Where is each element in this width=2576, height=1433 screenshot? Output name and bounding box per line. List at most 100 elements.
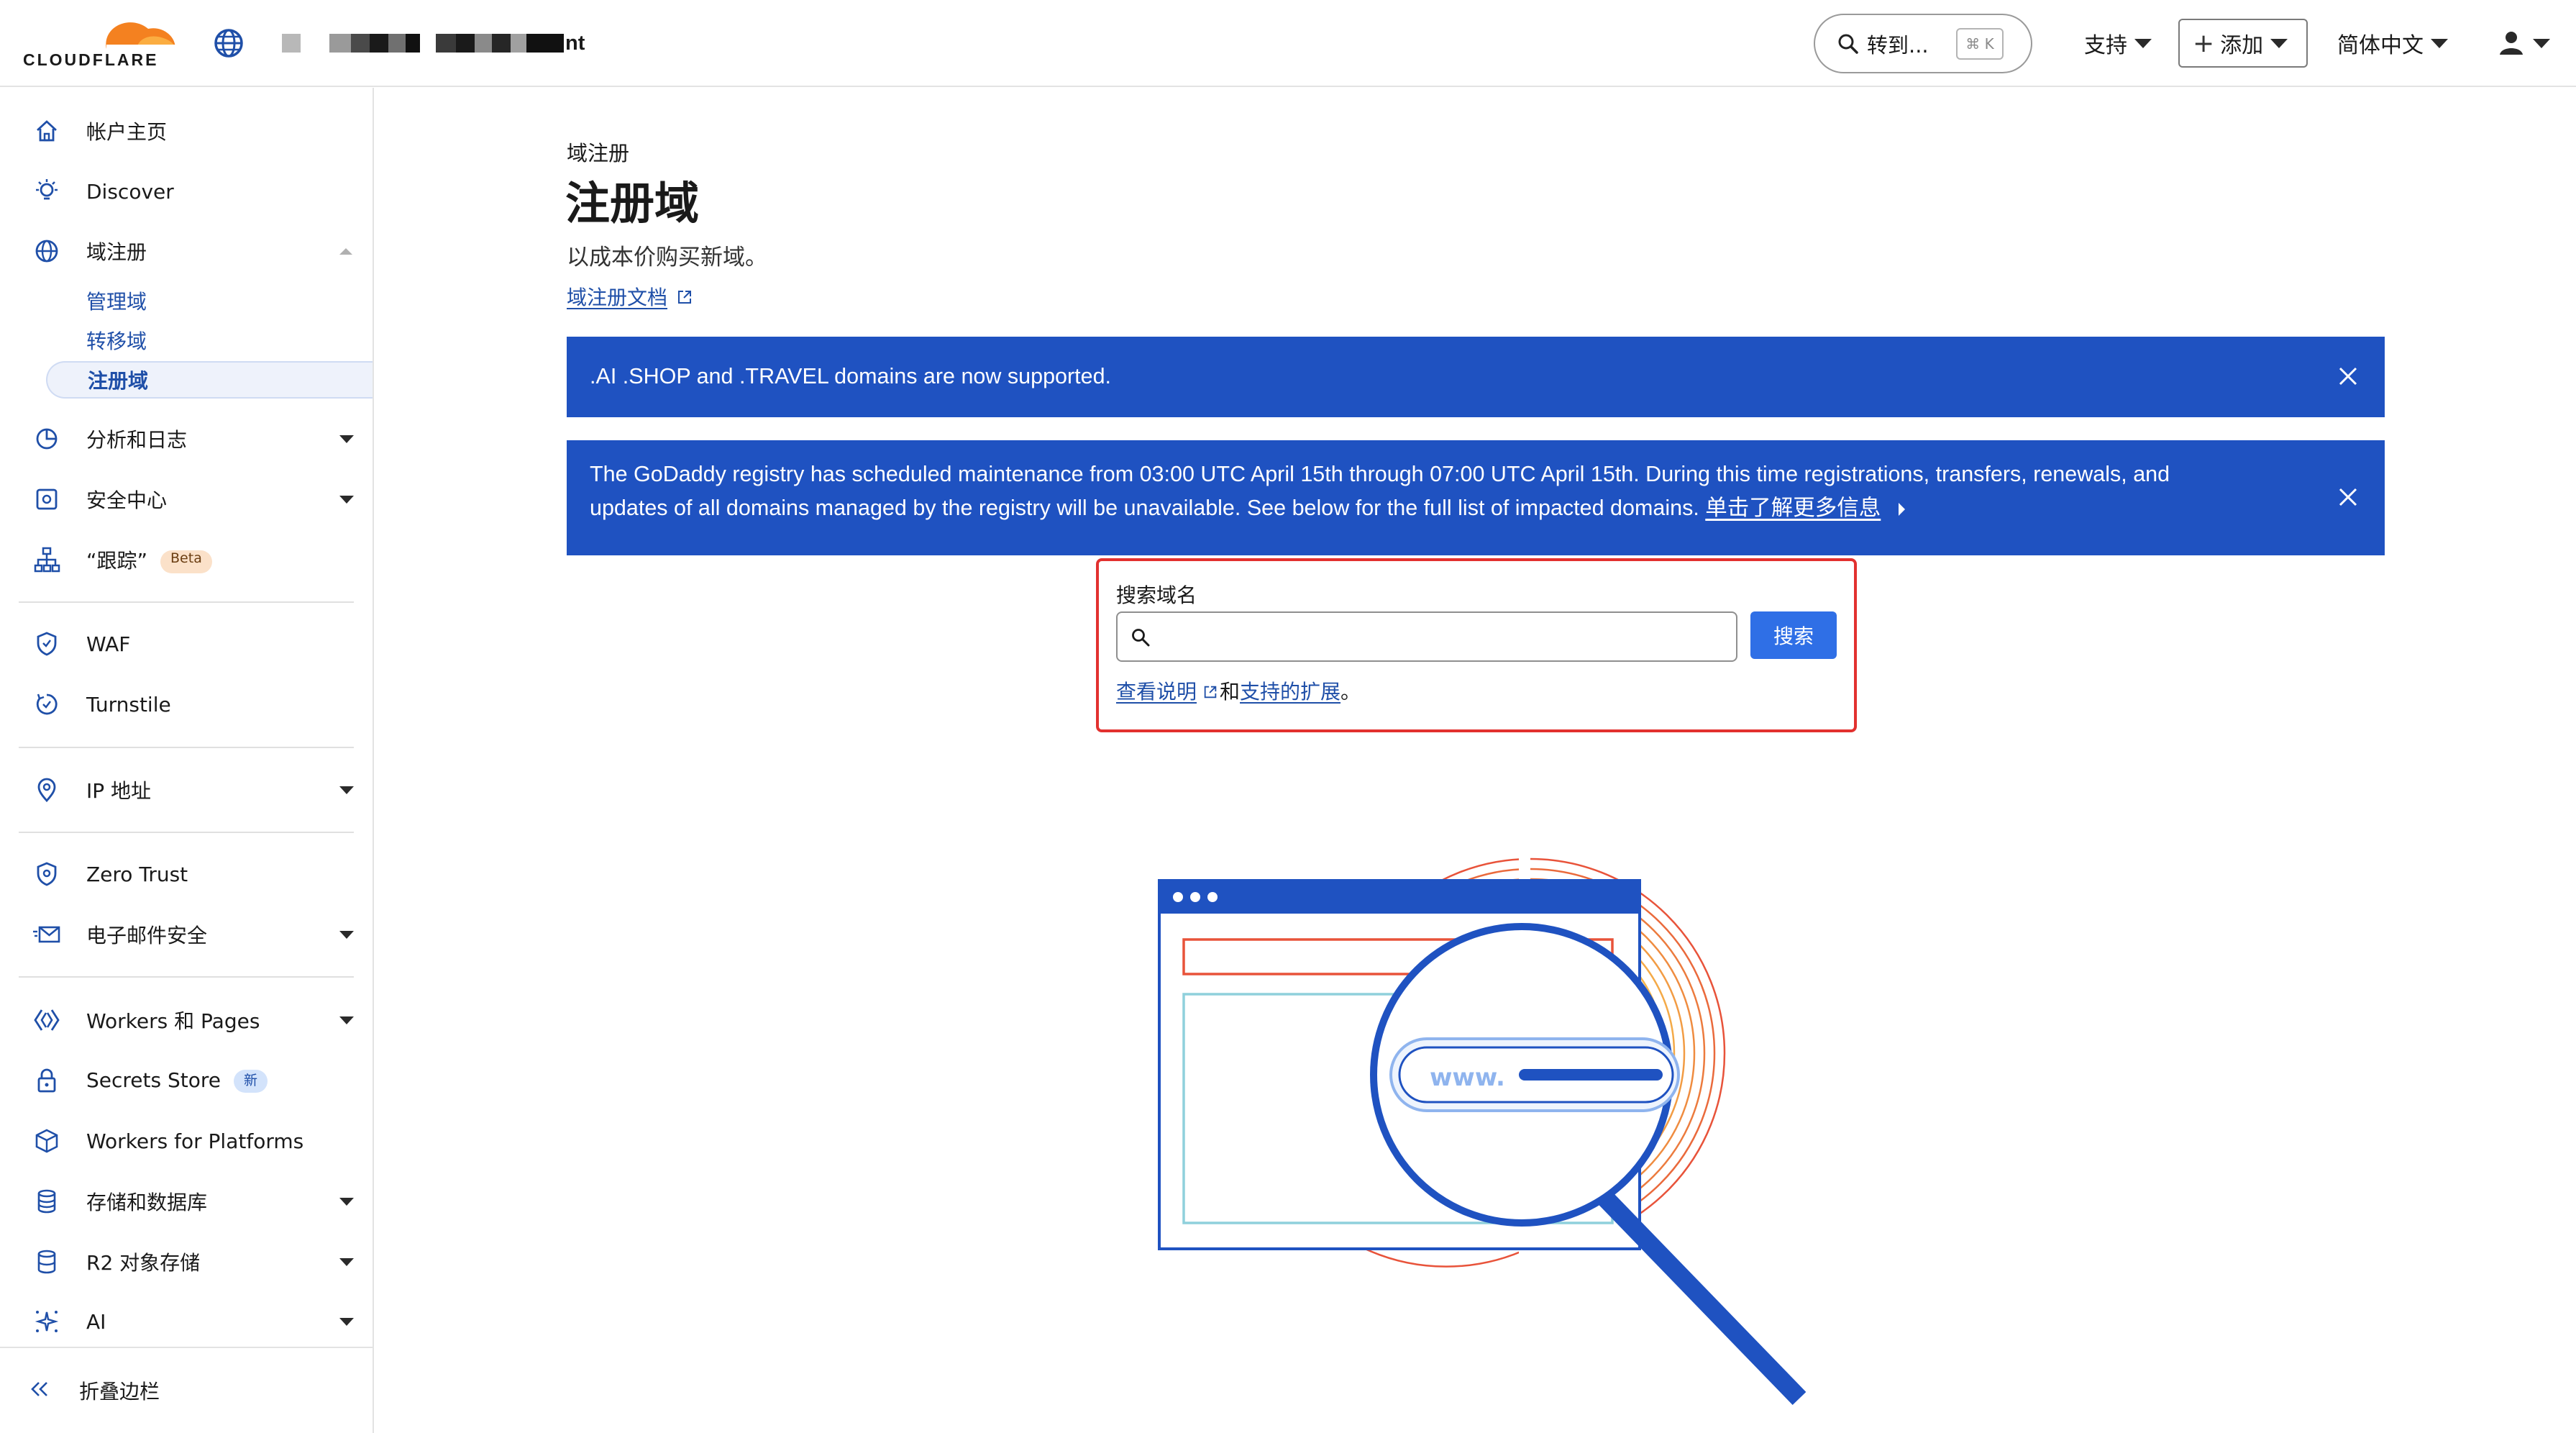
domain-search-panel: 搜索域名 搜索 查看说明 和支持的扩展。 xyxy=(1096,558,1857,732)
user-icon xyxy=(2500,32,2523,55)
sidebar-subitem-register-domains[interactable]: 注册域 xyxy=(46,361,373,399)
sidebar-item-r2-storage[interactable]: R2 对象存储 xyxy=(0,1237,373,1287)
sidebar-subitem-label: 管理域 xyxy=(86,290,147,314)
redacted-block xyxy=(511,34,526,53)
chevron-down-icon xyxy=(339,786,354,794)
sidebar-item-secrets-store[interactable]: Secrets Store 新 xyxy=(0,1055,373,1106)
sidebar-item-label: IP 地址 xyxy=(86,779,152,803)
chevron-down-icon xyxy=(339,1016,354,1024)
beta-badge: Beta xyxy=(160,550,212,573)
sidebar-item-label: Workers 和 Pages xyxy=(86,1009,260,1033)
redacted-block xyxy=(351,34,370,53)
learn-more-link[interactable]: 单击了解更多信息 xyxy=(1705,496,1881,520)
help-and: 和 xyxy=(1220,680,1241,704)
double-chevron-left-icon xyxy=(27,1377,52,1404)
goto-search[interactable]: 转到... ⌘ K xyxy=(1814,14,2032,73)
collapse-sidebar-button[interactable]: 折叠边栏 xyxy=(0,1347,373,1433)
sidebar-subitem-manage-domains[interactable]: 管理域 xyxy=(46,282,373,319)
sidebar-item-workers-pages[interactable]: Workers 和 Pages xyxy=(0,995,373,1045)
shield-icon xyxy=(32,629,62,659)
main-content: 域注册 注册域 以成本价购买新域。 域注册文档 .AI .SHOP and .T… xyxy=(375,88,2576,1433)
sparkle-icon xyxy=(32,1306,62,1337)
home-icon xyxy=(32,116,62,146)
chevron-down-icon xyxy=(339,1257,354,1266)
sidebar-divider xyxy=(19,832,354,833)
page-title: 注册域 xyxy=(565,177,700,229)
sitemap-icon xyxy=(32,545,62,575)
globe-icon[interactable] xyxy=(210,24,247,62)
sidebar-item-analytics-logs[interactable]: 分析和日志 xyxy=(0,414,373,464)
close-icon[interactable] xyxy=(2336,364,2360,388)
account-name-tail: nt xyxy=(565,31,585,55)
sidebar-item-label: 域注册 xyxy=(86,240,147,264)
breadcrumb: 域注册 xyxy=(567,141,630,165)
external-link-icon xyxy=(676,287,693,311)
redacted-block xyxy=(282,34,301,53)
redacted-block xyxy=(301,34,329,53)
search-button[interactable]: 搜索 xyxy=(1750,611,1837,659)
redacted-block xyxy=(420,34,436,53)
sidebar-item-storage-databases[interactable]: 存储和数据库 xyxy=(0,1176,373,1227)
add-label: 添加 xyxy=(2220,33,2264,58)
support-label: 支持 xyxy=(2084,33,2127,58)
sidebar-item-label: Secrets Store 新 xyxy=(86,1068,268,1093)
email-icon xyxy=(32,919,62,950)
supported-extensions-link[interactable]: 支持的扩展 xyxy=(1240,680,1340,704)
cloudflare-logo[interactable]: CLOUDFLARE xyxy=(22,13,180,70)
domain-search-input[interactable] xyxy=(1116,611,1737,662)
close-icon[interactable] xyxy=(2336,485,2360,509)
sidebar-item-label: AI xyxy=(86,1309,106,1334)
shortcut-hint: ⌘ K xyxy=(1956,28,2004,60)
redacted-block xyxy=(388,34,406,53)
zero-trust-icon xyxy=(32,859,62,889)
trace-label: “跟踪” xyxy=(86,549,148,573)
sidebar-item-label: “跟踪” Beta xyxy=(86,545,212,574)
database-icon xyxy=(32,1186,62,1216)
redacted-block xyxy=(329,34,351,53)
location-pin-icon xyxy=(32,775,62,805)
sidebar-item-label: R2 对象存储 xyxy=(86,1251,201,1275)
sidebar-item-label: Turnstile xyxy=(86,692,171,716)
sidebar-item-turnstile[interactable]: Turnstile xyxy=(0,679,373,729)
sidebar-item-zero-trust[interactable]: Zero Trust xyxy=(0,849,373,899)
sidebar-item-trace[interactable]: “跟踪” Beta xyxy=(0,534,373,585)
sidebar-item-label: WAF xyxy=(86,632,131,656)
chevron-down-icon xyxy=(339,1317,354,1326)
support-menu[interactable]: 支持 xyxy=(2084,22,2152,65)
page-description: 以成本价购买新域。 xyxy=(567,245,767,270)
sidebar-item-waf[interactable]: WAF xyxy=(0,619,373,669)
sidebar-item-account-home[interactable]: 帐户主页 xyxy=(0,106,373,156)
sidebar-item-domain-registration[interactable]: 域注册 xyxy=(0,226,373,276)
info-banner-domains: .AI .SHOP and .TRAVEL domains are now su… xyxy=(567,337,2385,417)
search-icon xyxy=(1838,34,1858,54)
sidebar-item-email-security[interactable]: 电子邮件安全 xyxy=(0,909,373,960)
chevron-down-icon xyxy=(339,1197,354,1206)
sidebar-item-label: Workers for Platforms xyxy=(86,1129,304,1153)
cube-icon xyxy=(32,1126,62,1156)
redacted-block xyxy=(526,34,564,53)
redacted-block xyxy=(475,34,492,53)
user-menu[interactable] xyxy=(2497,22,2550,65)
account-selector[interactable]: nt xyxy=(282,29,585,58)
sidebar-item-workers-for-platforms[interactable]: Workers for Platforms xyxy=(0,1116,373,1166)
docs-link[interactable]: 域注册文档 xyxy=(567,282,693,311)
sidebar-item-label: 安全中心 xyxy=(86,488,168,512)
docs-link-label: 域注册文档 xyxy=(567,286,668,309)
collapse-label: 折叠边栏 xyxy=(79,1380,160,1404)
chevron-down-icon xyxy=(2533,38,2550,48)
sidebar-subitem-transfer-domains[interactable]: 转移域 xyxy=(46,322,373,359)
security-center-icon xyxy=(32,484,62,514)
sidebar-item-label: Discover xyxy=(86,179,174,204)
language-menu[interactable]: 简体中文 xyxy=(2337,22,2448,65)
plus-icon: + xyxy=(2193,28,2215,58)
sidebar-item-ai[interactable]: AI xyxy=(0,1296,373,1347)
secrets-store-label: Secrets Store xyxy=(86,1068,221,1092)
chevron-down-icon xyxy=(2431,38,2448,48)
sidebar-item-ip-addresses[interactable]: IP 地址 xyxy=(0,765,373,815)
sidebar-item-security-center[interactable]: 安全中心 xyxy=(0,474,373,524)
redacted-block xyxy=(406,34,420,53)
banner-text-line2-wrap: updates of all domains managed by the re… xyxy=(590,491,1905,525)
sidebar-item-discover[interactable]: Discover xyxy=(0,166,373,217)
add-button[interactable]: + 添加 xyxy=(2178,19,2308,68)
view-instructions-link[interactable]: 查看说明 xyxy=(1116,680,1197,704)
